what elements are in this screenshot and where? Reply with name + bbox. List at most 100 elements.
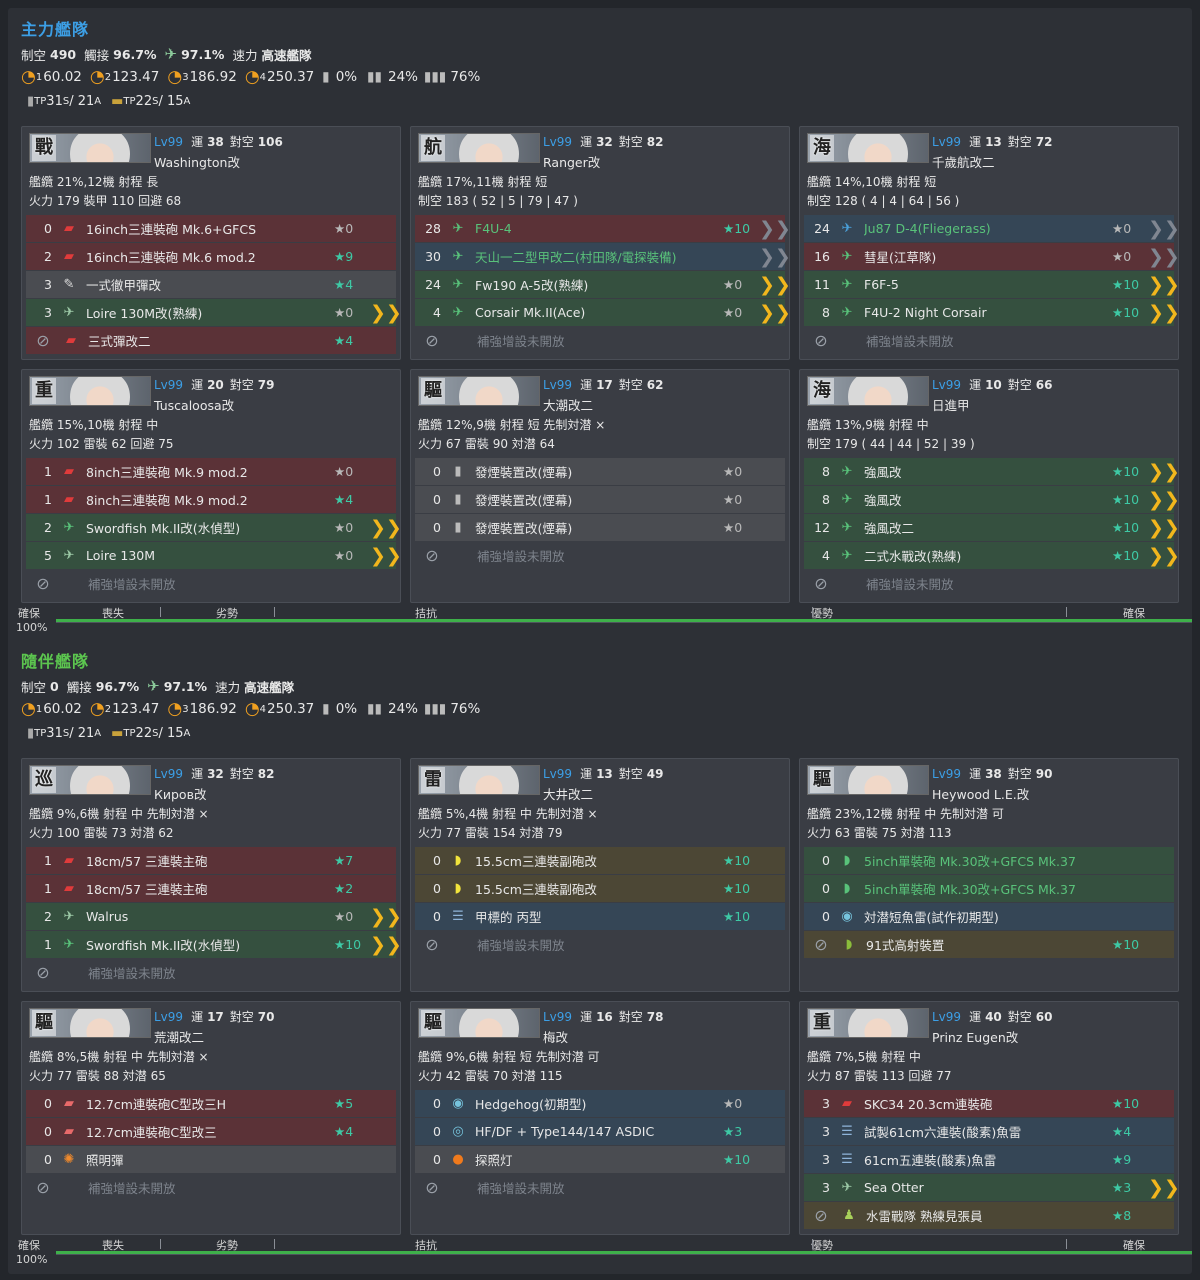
proficiency-empty	[1148, 1093, 1168, 1115]
ship-stats-1: 艦纜 14%,10機 射程 短	[807, 175, 937, 189]
equipment-slot[interactable]: 5 ✈ Loire 130M ★0 ❯❯	[26, 542, 402, 569]
equipment-slot[interactable]: 3 ▰ SKC34 20.3cm連裝砲 ★10	[804, 1090, 1174, 1117]
ship-card[interactable]: 重 Lv99 運 20 對空 79 Tuscaloosa改 艦纜 15%,10機 射程 中火力…	[21, 369, 402, 603]
equipment-slot[interactable]: 0 ▰ 12.7cm連裝砲C型改三 ★4	[26, 1118, 396, 1145]
tp2aa: A	[183, 727, 191, 739]
plane-pct: 97.1%	[181, 46, 225, 62]
equipment-slot[interactable]: 8 ✈ F4U-2 Night Corsair ★10 ❯❯	[804, 299, 1180, 326]
equipment-slot[interactable]: ⊘ ◗ 91式高射裝置 ★10	[804, 931, 1174, 958]
equipment-slot[interactable]: 1 ▰ 8inch三連裝砲 Mk.9 mod.2 ★0	[26, 458, 396, 485]
equipment-slot[interactable]: 3 ☰ 61cm五連裝(酸素)魚雷 ★9	[804, 1146, 1174, 1173]
ship-card[interactable]: 雷 Lv99 運 13 對空 49 大井改二 艦纜 5%,4機 射程 中 先制対潜 × 火力 7…	[410, 758, 790, 992]
equipment-slot[interactable]: 0 ▮ 發煙裝置改(煙幕) ★0	[415, 514, 785, 541]
reinforce-slot-locked: ⊘ 補強增設未開放	[26, 1174, 396, 1201]
equipment-icon: ✈	[841, 464, 853, 479]
equipment-name: 照明彈	[86, 1153, 124, 1168]
proficiency-empty	[370, 246, 390, 268]
proficiency-empty	[370, 962, 390, 984]
equipment-slot[interactable]: 8 ✈ 強風改 ★10 ❯❯	[804, 486, 1180, 513]
ship-stats-2: 火力 42 雷裝 70 対潜 115	[418, 1069, 563, 1083]
equipment-slot[interactable]: 30 ✈ 天山一二型甲改二(村田隊/電探裝備) ❯❯	[415, 243, 791, 270]
tp1: 31	[46, 93, 63, 109]
equipment-slot[interactable]: 11 ✈ F6F-5 ★10 ❯❯	[804, 271, 1180, 298]
equipment-slot[interactable]: 0 ◎ HF/DF + Type144/147 ASDIC ★3	[415, 1118, 785, 1145]
slot-count: 8	[822, 305, 830, 320]
equipment-slot[interactable]: 2 ✈ Swordfish Mk.II改(水偵型) ★0 ❯❯	[26, 514, 402, 541]
equipment-slot[interactable]: 0 ▮ 發煙裝置改(煙幕) ★0	[415, 486, 785, 513]
ship-card[interactable]: 驅 Lv99 運 17 對空 62 大潮改二 艦纜 12%,9機 射程 短 先制対潜 × 火力 …	[410, 369, 790, 603]
equipment-slot[interactable]: 0 ▮ 發煙裝置改(煙幕) ★0	[415, 458, 785, 485]
equipment-slot[interactable]: ⊘ ▰ 三式彈改二 ★4	[26, 327, 396, 354]
recon-plane-icon: ✈	[164, 45, 178, 63]
ban-icon: ⊘	[814, 331, 828, 350]
ship-card[interactable]: 重 Lv99 運 40 對空 60 Prinz Eugen改 艦纜 7%,5機 射程 中火力 …	[799, 1001, 1180, 1235]
equipment-slot[interactable]: 0 ◗ 5inch單裝砲 Mk.30改+GFCS Mk.37	[804, 875, 1174, 902]
equipment-name: 彗星(江草隊)	[864, 250, 937, 265]
improvement-stars: ★4	[1112, 1124, 1132, 1139]
equipment-slot[interactable]: 0 ◗ 15.5cm三連裝副砲改 ★10	[415, 847, 785, 874]
equipment-slot[interactable]: 24 ✈ Fw190 A-5改(熟練) ★0 ❯❯	[415, 271, 791, 298]
equipment-slot[interactable]: 2 ✈ Walrus ★0 ❯❯	[26, 903, 402, 930]
equipment-slot[interactable]: 1 ✈ Swordfish Mk.II改(水偵型) ★10 ❯❯	[26, 931, 402, 958]
equipment-slot[interactable]: 3 ☰ 試製61cm六連裝(酸素)魚雷 ★4	[804, 1118, 1174, 1145]
equipment-name: 補強增設未開放	[477, 1181, 565, 1196]
ship-stats-2: 火力 77 雷裝 154 対潜 79	[418, 826, 563, 840]
equipment-slot[interactable]: 28 ✈ F4U-4 ★10 ❯❯	[415, 215, 791, 242]
equipment-slot[interactable]: 4 ✈ 二式水戰改(熟練) ★10 ❯❯	[804, 542, 1180, 569]
equipment-slot[interactable]: 1 ▰ 18cm/57 三連裝主砲 ★7	[26, 847, 396, 874]
equipment-slot[interactable]: ⊘ ♟ 水雷戰隊 熟練見張員 ★8	[804, 1202, 1174, 1229]
equipment-name: 16inch三連裝砲 Mk.6 mod.2	[86, 250, 256, 265]
ship-card[interactable]: 海 Lv99 運 13 對空 72 千歲航改二 艦纜 14%,10機 射程 短制空 128 (…	[799, 126, 1180, 360]
equipment-slot[interactable]: 24 ✈ Ju87 D-4(Fliegerass) ★0 ❯❯	[804, 215, 1180, 242]
ship-card[interactable]: 海 Lv99 運 10 對空 66 日進甲 艦纜 13%,9機 射程 中制空 179 ( 44…	[799, 369, 1180, 603]
equipment-slot[interactable]: 4 ✈ Corsair Mk.II(Ace) ★0 ❯❯	[415, 299, 791, 326]
equipment-slot[interactable]: 1 ▰ 18cm/57 三連裝主砲 ★2	[26, 875, 396, 902]
luck-label: 運	[969, 135, 982, 149]
los-value: 186.92	[189, 69, 237, 85]
equipment-name: 補強增設未開放	[88, 966, 176, 981]
equipment-slot[interactable]: 3 ✈ Sea Otter ★3 ❯❯	[804, 1174, 1180, 1201]
equipment-slot[interactable]: 3 ✎ 一式徹甲彈改 ★4	[26, 271, 396, 298]
equipment-slot[interactable]: 0 ✺ 照明彈	[26, 1146, 396, 1173]
equipment-slot[interactable]: 0 ▰ 12.7cm連裝砲C型改三H ★5	[26, 1090, 396, 1117]
ship-portrait	[70, 766, 130, 794]
equipment-slot[interactable]: 0 ▰ 16inch三連裝砲 Mk.6+GFCS ★0	[26, 215, 396, 242]
equipment-slot[interactable]: 3 ✈ Loire 130M改(熟練) ★0 ❯❯	[26, 299, 402, 326]
ship-level: Lv99	[932, 135, 962, 149]
ship-card[interactable]: 巡 Lv99 運 32 對空 82 Киров改 艦纜 9%,6機 射程 中 先制対潜 × 火力…	[21, 758, 402, 992]
equipment-slot[interactable]: 0 ● 探照灯 ★10	[415, 1146, 785, 1173]
ship-portrait	[459, 1009, 519, 1037]
equipment-slot[interactable]: 1 ▰ 8inch三連裝砲 Mk.9 mod.2 ★4	[26, 486, 396, 513]
aa-value: 79	[257, 378, 275, 392]
improvement-stars: ★10	[1112, 492, 1140, 507]
equipment-slot[interactable]: 16 ✈ 彗星(江草隊) ★0 ❯❯	[804, 243, 1180, 270]
aa-label: 對空	[618, 1010, 643, 1024]
ship-card[interactable]: 驅 Lv99 運 17 對空 70 荒潮改二 艦纜 8%,5機 射程 中 先制対潜 × 火力 7…	[21, 1001, 401, 1235]
slot-count: 16	[814, 249, 830, 264]
contact-value: 96.7%	[113, 46, 157, 62]
equipment-slot[interactable]: 8 ✈ 強風改 ★10 ❯❯	[804, 458, 1180, 485]
equipment-slot[interactable]: 0 ☰ 甲標的 丙型 ★10	[415, 903, 785, 930]
ship-card[interactable]: 驅 Lv99 運 38 對空 90 Heywood L.E.改 艦纜 23%,12機 射程 中…	[799, 758, 1179, 992]
equipment-slot[interactable]: 0 ◗ 5inch單裝砲 Mk.30改+GFCS Mk.37	[804, 847, 1174, 874]
ship-stats-1: 艦纜 5%,4機 射程 中 先制対潜 ×	[418, 807, 598, 821]
equipment-name: 三式彈改二	[88, 334, 151, 349]
ship-name: Tuscaloosa改	[154, 398, 235, 413]
ship-banner: 重	[807, 1008, 929, 1038]
luck-label: 運	[191, 767, 204, 781]
ship-card[interactable]: 航 Lv99 運 32 對空 82 Ranger改 艦纜 17%,11機 射程 短制空 183…	[410, 126, 791, 360]
ship-card[interactable]: 戰 Lv99 運 38 對空 106 Washington改 艦纜 21%,12機 射程 長火…	[21, 126, 402, 360]
equipment-name: 發煙裝置改(煙幕)	[475, 521, 573, 536]
equipment-slot[interactable]: 0 ◉ 対潜短魚雷(試作初期型)	[804, 903, 1174, 930]
equipment-icon: ✈	[841, 221, 853, 236]
equipment-slot[interactable]: 0 ◉ Hedgehog(初期型) ★0	[415, 1090, 785, 1117]
equipment-name: Fw190 A-5改(熟練)	[475, 278, 589, 293]
equipment-slot[interactable]: 0 ◗ 15.5cm三連裝副砲改 ★10	[415, 875, 785, 902]
ship-card[interactable]: 驅 Lv99 運 16 對空 78 梅改 艦纜 9%,6機 射程 短 先制対潜 可火力 42 …	[410, 1001, 790, 1235]
equipment-slot[interactable]: 12 ✈ 強風改二 ★10 ❯❯	[804, 514, 1180, 541]
drum-icon: ▮	[322, 701, 330, 717]
ship-type-icon: 驅	[421, 378, 445, 404]
ban-icon: ⊘	[36, 574, 50, 593]
ship-stats-2: 火力 100 雷裝 73 対潜 62	[29, 826, 174, 840]
equipment-slot[interactable]: 2 ▰ 16inch三連裝砲 Mk.6 mod.2 ★9	[26, 243, 396, 270]
